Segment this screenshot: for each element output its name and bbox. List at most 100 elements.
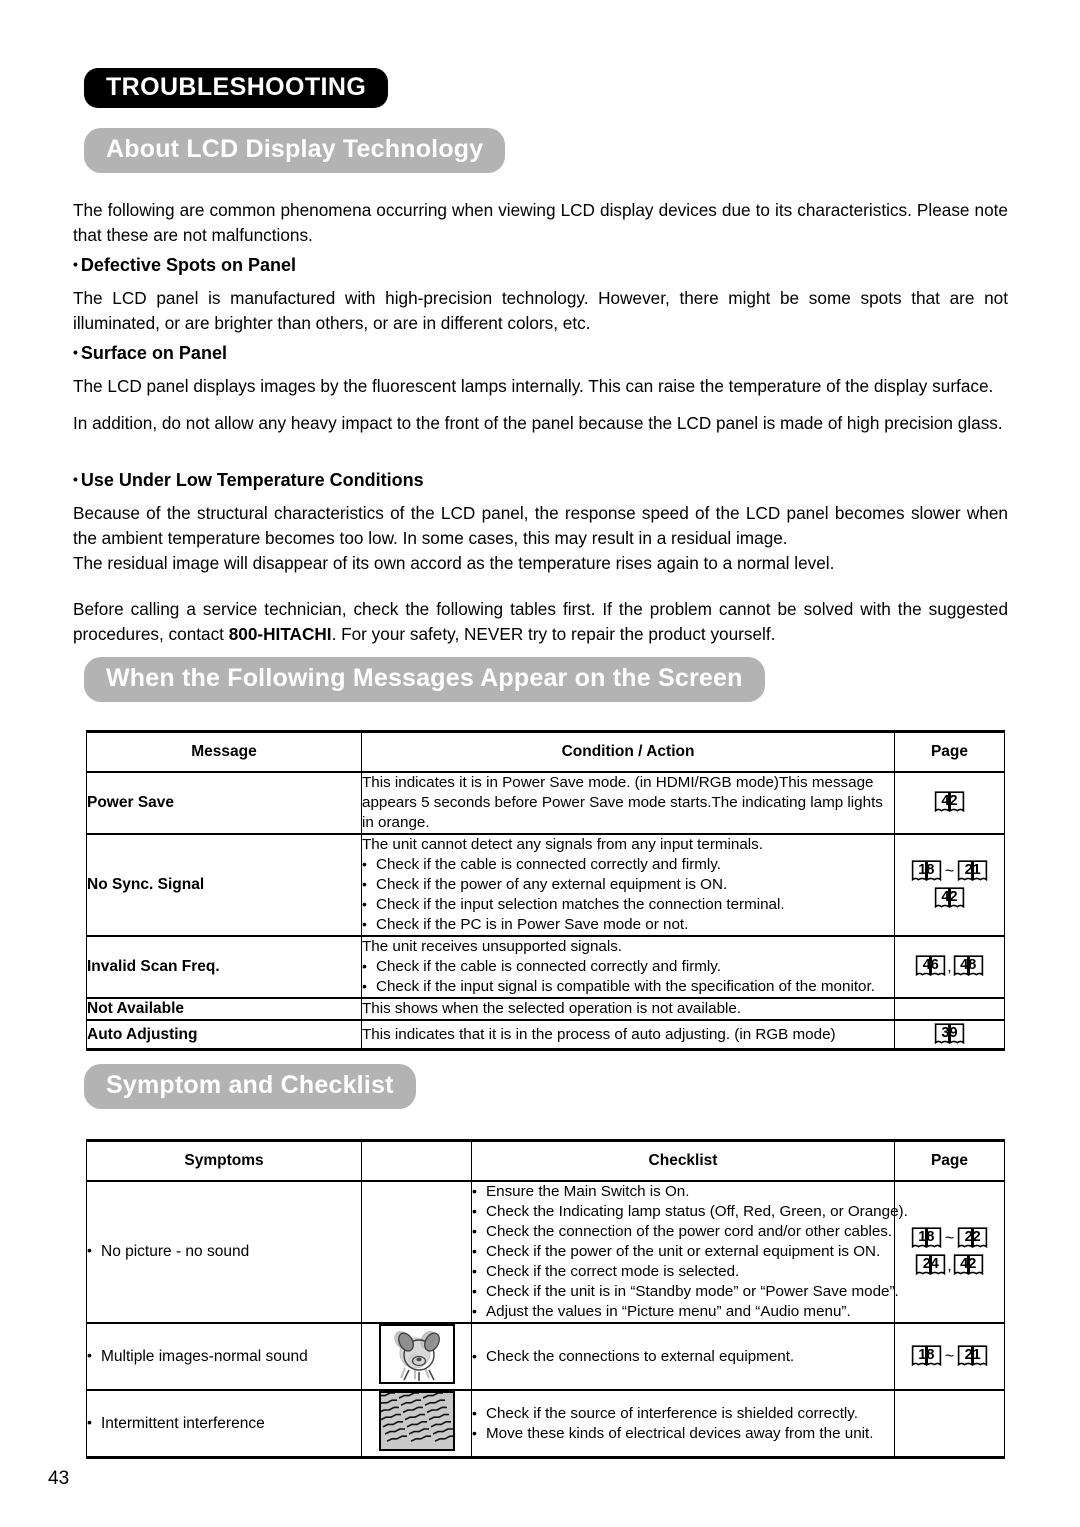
- cell-checklist: Ensure the Main Switch is On.Check the I…: [471, 1180, 908, 1324]
- section-title-about: About LCD Display Technology: [84, 128, 506, 173]
- interference-pattern-image: [378, 1391, 455, 1451]
- bullet-item: Check if the input signal is compatible …: [362, 976, 894, 997]
- table-row: Intermittent interference Check if the so…: [86, 1389, 1005, 1459]
- about-lowtemp-body-1: Because of the structural characteristic…: [73, 503, 1008, 548]
- bullet-icon: •: [73, 344, 78, 360]
- cell-picture: [361, 1180, 472, 1324]
- symptom-checklist-table: Symptoms Checklist Page No picture - no …: [86, 1139, 1005, 1459]
- cell-message: Invalid Scan Freq.: [86, 935, 362, 999]
- cell-line: The unit receives unsupported signals.: [362, 938, 623, 955]
- table-row: Invalid Scan Freq. The unit receives unsu…: [86, 935, 1005, 999]
- page-reference-book-icon: 46: [915, 955, 946, 979]
- page-reference-group: 18 ~21: [895, 1343, 1004, 1370]
- cell-checklist: Check if the source of interference is s…: [471, 1389, 895, 1459]
- service-note: Before calling a service technician, che…: [73, 597, 1008, 647]
- table-row: Not Available This shows when the selecte…: [86, 997, 1005, 1021]
- table-row: Multiple images-normal sound Check the co…: [86, 1322, 1005, 1391]
- symptom-label: Multiple images-normal sound: [87, 1347, 308, 1366]
- cell-condition-action: This indicates that it is in the process…: [361, 1019, 895, 1051]
- bullet-icon: •: [73, 256, 78, 272]
- cell-message: Power Save: [86, 771, 362, 835]
- page-number-folio: 43: [48, 1468, 70, 1489]
- page-reference-book-icon: 39: [934, 1023, 965, 1047]
- about-intro: The following are common phenomena occur…: [73, 200, 1008, 245]
- page-reference-row: 42: [895, 790, 1004, 817]
- separator-comma: ,: [947, 1257, 952, 1275]
- table-row: No Sync. Signal The unit cannot detect an…: [86, 833, 1005, 937]
- cell-page: [894, 1389, 1005, 1459]
- column-header-message: Message: [86, 730, 362, 773]
- page-reference-book-icon: 18: [911, 860, 942, 884]
- cell-line: The unit cannot detect any signals from …: [362, 836, 763, 853]
- subheading-low-temperature: • Use Under Low Temperature Conditions: [73, 470, 424, 490]
- cell-line: This indicates that it is in the process…: [362, 1025, 836, 1043]
- bullet-item: Check if the cable is connected correctl…: [362, 854, 894, 875]
- page-reference-book-icon: 42: [934, 791, 965, 815]
- bullet-item: Move these kinds of electrical devices a…: [472, 1423, 894, 1444]
- page-reference-book-icon: 22: [957, 1226, 988, 1251]
- service-note-after: . For your safety, NEVER try to repair t…: [331, 624, 776, 644]
- cell-condition-action: The unit cannot detect any signals from …: [361, 833, 895, 937]
- page-reference-group: 18 ~22 24, 42: [895, 1225, 1004, 1280]
- ghost-dog-image: [378, 1324, 455, 1384]
- page-reference-book-icon: 42: [934, 887, 965, 911]
- page-reference-book-icon: 42: [953, 1254, 984, 1278]
- cell-message: Auto Adjusting: [86, 1019, 362, 1051]
- manual-page: TROUBLESHOOTING About LCD Display Techno…: [0, 0, 1080, 1527]
- bullet-item: Check if the power of any external equip…: [362, 874, 894, 895]
- cell-symptom: Multiple images-normal sound: [86, 1322, 362, 1391]
- page-reference-group: 42: [895, 790, 1004, 817]
- about-lowtemp-body-2: The residual image will disappear of its…: [73, 553, 835, 573]
- page-reference-group: 39: [895, 1021, 1004, 1048]
- service-phone: 800-HITACHI: [228, 624, 332, 644]
- cell-message: No Sync. Signal: [86, 833, 362, 937]
- column-header-page: Page: [894, 730, 1005, 773]
- range-tilde: ~: [944, 1348, 955, 1366]
- page-reference-group: 18 ~21 42: [895, 858, 1004, 912]
- column-header-condition-action: Condition / Action: [361, 730, 895, 773]
- bullet-item: Check the Indicating lamp status (Off, R…: [472, 1201, 908, 1222]
- page-reference-book-icon: 48: [953, 955, 984, 979]
- column-header-picture: [361, 1139, 472, 1182]
- section-title-symptom: Symptom and Checklist: [84, 1064, 416, 1109]
- page-reference-row: 24, 42: [895, 1252, 1004, 1279]
- bullet-item: Check if the source of interference is s…: [472, 1403, 894, 1424]
- cell-page: 18 ~21: [894, 1322, 1005, 1391]
- bullet-item: Check the connections to external equipm…: [472, 1346, 894, 1367]
- page-reference-row: 39: [895, 1021, 1004, 1048]
- chapter-tab: TROUBLESHOOTING: [84, 68, 389, 108]
- about-surface-body-1: The LCD panel displays images by the flu…: [73, 376, 994, 396]
- subheading-defective-spots: • Defective Spots on Panel: [73, 255, 296, 275]
- column-header-page: Page: [894, 1139, 1005, 1182]
- page-reference-book-icon: 24: [915, 1254, 946, 1278]
- page-reference-row: 18 ~21: [895, 858, 1004, 885]
- section-header-messages: When the Following Messages Appear on th…: [84, 657, 765, 702]
- column-header-symptoms: Symptoms: [86, 1139, 362, 1182]
- cell-symptom: No picture - no sound: [86, 1180, 362, 1324]
- subheading-surface-on-panel: • Surface on Panel: [73, 343, 227, 363]
- section-header-about: About LCD Display Technology: [84, 128, 506, 173]
- bullet-item: Check if the cable is connected correctl…: [362, 956, 894, 977]
- cell-picture: [361, 1322, 472, 1391]
- cell-checklist: Check the connections to external equipm…: [471, 1322, 895, 1391]
- bullet-list: Check if the cable is connected correctl…: [362, 956, 894, 997]
- section-header-symptom: Symptom and Checklist: [84, 1064, 416, 1109]
- cell-condition-action: This shows when the selected operation i…: [361, 997, 895, 1021]
- symptom-label: No picture - no sound: [87, 1242, 249, 1261]
- about-defective-spots-body: The LCD panel is manufactured with high-…: [73, 288, 1008, 333]
- section-title-messages: When the Following Messages Appear on th…: [84, 657, 765, 702]
- cell-line: This shows when the selected operation i…: [362, 1000, 742, 1017]
- range-tilde: ~: [944, 863, 955, 881]
- bullet-list: Ensure the Main Switch is On.Check the I…: [472, 1181, 908, 1322]
- messages-table: Message Condition / Action Page Power Sa…: [86, 730, 1005, 1051]
- page-reference-book-icon: 18: [911, 1226, 942, 1251]
- bullet-icon: •: [73, 471, 78, 487]
- table-row: Auto Adjusting This indicates that it is …: [86, 1019, 1005, 1051]
- cell-page: 18 ~21 42: [894, 833, 1005, 937]
- bullet-item: Ensure the Main Switch is On.: [472, 1181, 894, 1202]
- page-reference-group: 46, 48: [895, 953, 1004, 980]
- cell-symptom: Intermittent interference: [86, 1389, 362, 1459]
- separator-comma: ,: [947, 958, 952, 976]
- cell-line: This indicates it is in Power Save mode.…: [362, 774, 779, 791]
- cell-page: 46, 48: [894, 935, 1005, 999]
